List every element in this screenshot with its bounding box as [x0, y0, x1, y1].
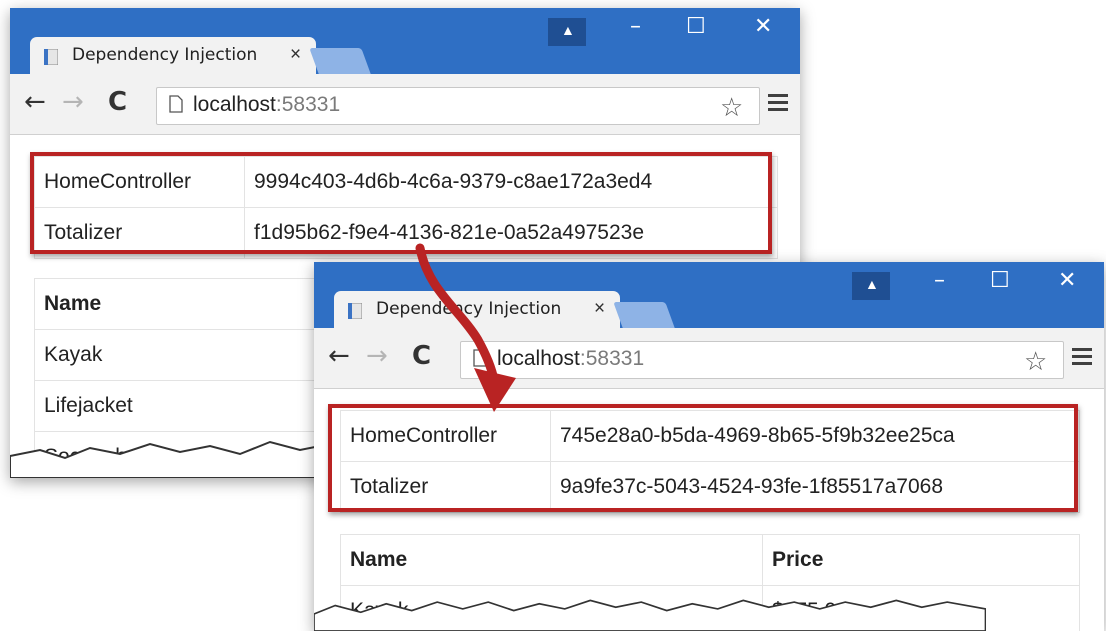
hamburger-menu-icon[interactable] — [768, 94, 788, 115]
page-favicon-icon — [44, 49, 58, 65]
user-icon: ▲ — [865, 276, 879, 292]
forward-arrow-icon[interactable]: → — [62, 87, 84, 117]
hamburger-menu-icon[interactable] — [1072, 348, 1092, 369]
close-window-button[interactable]: ✕ — [754, 14, 772, 39]
minimize-button[interactable]: – — [934, 268, 945, 293]
connector-arrow-icon — [415, 243, 516, 412]
back-arrow-icon[interactable]: ← — [328, 341, 350, 371]
reload-icon[interactable]: C — [108, 87, 127, 117]
new-tab-button[interactable] — [613, 302, 675, 328]
highlight-box — [30, 152, 772, 254]
address-bar[interactable]: localhost:58331 — [460, 341, 1064, 379]
new-tab-button[interactable] — [309, 48, 371, 74]
close-window-button[interactable]: ✕ — [1058, 268, 1076, 293]
column-header-name: Name — [340, 534, 763, 586]
tab-close-button[interactable]: × — [290, 44, 301, 66]
maximize-button[interactable]: ☐ — [686, 14, 706, 39]
url-text: localhost:58331 — [193, 93, 341, 116]
forward-arrow-icon[interactable]: → — [366, 341, 388, 371]
browser-tab[interactable]: Dependency Injection × — [30, 37, 316, 74]
table-header-row: Name Price — [340, 534, 1080, 586]
star-icon[interactable]: ☆ — [1024, 346, 1047, 377]
back-arrow-icon[interactable]: ← — [24, 87, 46, 117]
title-bar: Dependency Injection × ▲ – ☐ ✕ — [10, 8, 800, 74]
user-profile-button[interactable]: ▲ — [548, 18, 586, 46]
user-profile-button[interactable]: ▲ — [852, 272, 890, 300]
page-favicon-icon — [348, 303, 362, 319]
address-bar[interactable]: localhost:58331 — [156, 87, 760, 125]
star-icon[interactable]: ☆ — [720, 92, 743, 123]
tab-close-button[interactable]: × — [594, 298, 605, 320]
browser-toolbar: ← → C localhost:58331 ☆ — [10, 74, 800, 135]
page-icon — [169, 95, 183, 113]
column-header-price: Price — [762, 534, 1080, 586]
minimize-button[interactable]: – — [630, 14, 641, 39]
highlight-box — [328, 404, 1078, 512]
tab-title: Dependency Injection — [72, 45, 258, 65]
torn-edge — [314, 599, 986, 631]
maximize-button[interactable]: ☐ — [990, 268, 1010, 293]
user-icon: ▲ — [561, 22, 575, 38]
